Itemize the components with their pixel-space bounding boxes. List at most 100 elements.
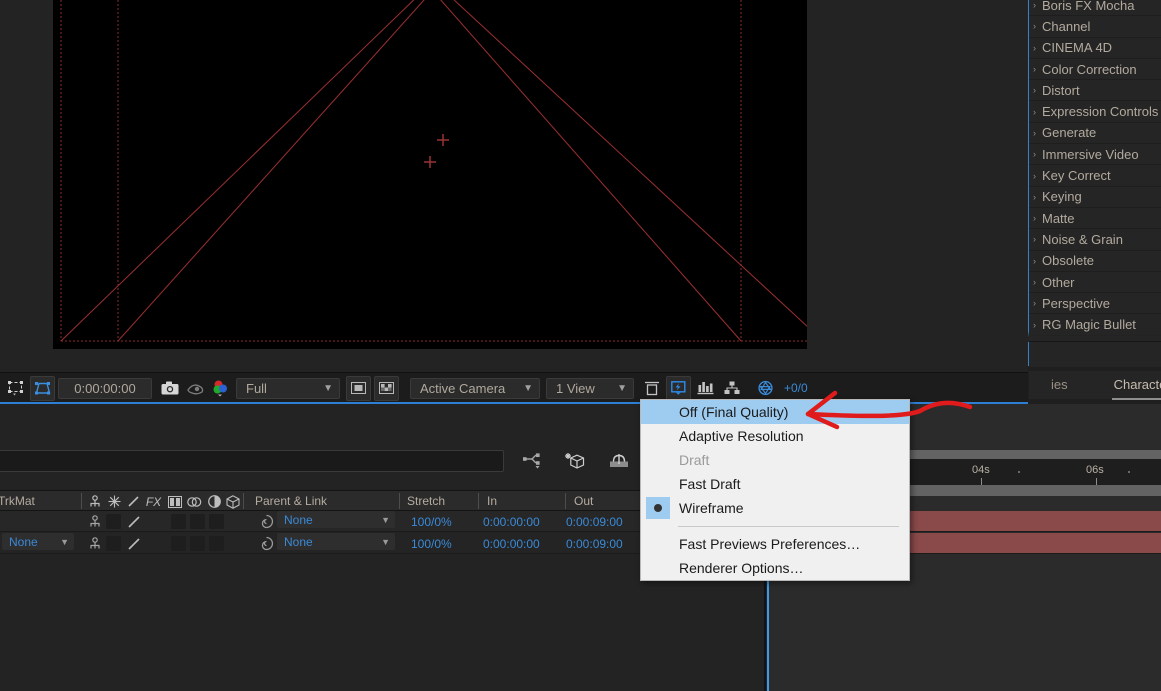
column-header-stretch[interactable]: Stretch (407, 491, 445, 511)
comp-flowchart-icon[interactable] (720, 377, 743, 400)
switch-box-quality[interactable] (106, 514, 121, 529)
tab-properties[interactable]: ies (1049, 373, 1070, 397)
show-channel-icon[interactable] (210, 377, 233, 400)
effect-category-row[interactable]: › Boris FX Mocha (1029, 0, 1161, 17)
motion-blur-icon[interactable] (607, 450, 631, 472)
effect-category-row[interactable]: › Other (1029, 272, 1161, 294)
tab-character[interactable]: Character (1111, 373, 1161, 400)
effect-category-row[interactable]: › Perspective (1029, 293, 1161, 315)
effect-category-row[interactable]: › Distort (1029, 80, 1161, 102)
timeline-icon[interactable] (694, 377, 717, 400)
chevron-right-icon[interactable]: › (1033, 64, 1036, 74)
current-time-field[interactable]: 0:00:00:00 (58, 377, 152, 399)
effect-category-row[interactable]: › Immersive Video (1029, 144, 1161, 166)
composition-canvas[interactable] (53, 0, 807, 349)
resolution-select[interactable]: Full ▼ (236, 377, 340, 399)
transparency-grid-icon[interactable] (30, 375, 55, 401)
effect-category-row[interactable]: › Keying (1029, 187, 1161, 208)
effect-category-row[interactable]: › Generate (1029, 123, 1161, 145)
graph-editor-icon[interactable] (522, 450, 546, 472)
frame-blending-icon[interactable] (166, 493, 183, 510)
chevron-right-icon[interactable]: › (1033, 234, 1036, 244)
column-header-trkmat[interactable]: TrkMat (0, 491, 54, 511)
quality-icon[interactable] (125, 535, 142, 552)
stretch-value[interactable]: 100/0% (411, 533, 452, 554)
parent-link-select[interactable]: None ▼ (277, 511, 395, 528)
column-header-in[interactable]: In (487, 491, 497, 511)
out-point-value[interactable]: 0:00:09:00 (566, 533, 623, 554)
pixel-aspect-correction-icon[interactable] (640, 377, 663, 400)
reset-exposure-icon[interactable] (754, 377, 777, 400)
effect-category-row[interactable]: › CINEMA 4D (1029, 38, 1161, 59)
chevron-right-icon[interactable]: › (1033, 128, 1036, 138)
column-header-out[interactable]: Out (574, 491, 593, 511)
shy-icon[interactable] (86, 513, 103, 530)
quality-icon[interactable] (125, 513, 142, 530)
effects-and-presets-panel[interactable]: › Boris FX Mocha › Channel › CINEMA 4D › Color … (1028, 0, 1161, 366)
draft-3d-icon[interactable] (564, 450, 588, 472)
menu-item[interactable]: Off (Final Quality) (641, 400, 909, 424)
switch-box-motion-blur[interactable] (190, 536, 205, 551)
effects-fx-icon[interactable]: FX (145, 493, 162, 510)
toggle-alpha-icon[interactable] (374, 375, 399, 401)
show-snapshot-icon[interactable] (184, 377, 207, 400)
adjustment-layer-icon[interactable] (206, 493, 223, 510)
chevron-right-icon[interactable]: › (1033, 171, 1036, 181)
chevron-right-icon[interactable]: › (1033, 192, 1036, 202)
camera-snapshot-icon[interactable] (158, 377, 181, 400)
switch-box-quality[interactable] (106, 536, 121, 551)
chevron-right-icon[interactable]: › (1033, 149, 1036, 159)
effect-category-row[interactable]: › Channel (1029, 16, 1161, 38)
menu-item[interactable]: Renderer Options… (641, 556, 909, 580)
timeline-search-field[interactable] (0, 450, 504, 472)
shy-icon[interactable] (86, 493, 103, 510)
collapse-transformations-icon[interactable] (106, 493, 123, 510)
chevron-right-icon[interactable]: › (1033, 0, 1036, 10)
region-of-interest-icon[interactable] (4, 377, 27, 400)
effect-category-row[interactable]: › RG Magic Bullet (1029, 314, 1161, 336)
stretch-value[interactable]: 100/0% (411, 511, 452, 532)
switch-box-frame-blend[interactable] (171, 536, 186, 551)
chevron-right-icon[interactable]: › (1033, 298, 1036, 308)
effect-category-row[interactable]: › Color Correction (1029, 59, 1161, 81)
effect-category-row[interactable]: › Obsolete (1029, 251, 1161, 272)
chevron-right-icon[interactable]: › (1033, 107, 1036, 117)
chevron-right-icon[interactable]: › (1033, 213, 1036, 223)
effects-category-list[interactable]: › Boris FX Mocha › Channel › CINEMA 4D › Color … (1029, 0, 1161, 358)
pickwhip-icon[interactable] (258, 535, 275, 552)
effect-category-row[interactable]: › Noise & Grain (1029, 229, 1161, 251)
chevron-right-icon[interactable]: › (1033, 277, 1036, 287)
chevron-right-icon[interactable]: › (1033, 21, 1036, 31)
quality-icon[interactable] (125, 493, 142, 510)
effect-category-row[interactable]: › Matte (1029, 208, 1161, 230)
fast-previews-icon[interactable] (666, 375, 691, 401)
chevron-right-icon[interactable]: › (1033, 85, 1036, 95)
switch-box-3d[interactable] (209, 514, 224, 529)
fast-previews-context-menu[interactable]: Off (Final Quality) Adaptive Resolution Dr… (640, 399, 910, 581)
effect-category-row[interactable]: › Expression Controls (1029, 101, 1161, 123)
column-header-parent-link[interactable]: Parent & Link (255, 491, 327, 511)
chevron-right-icon[interactable]: › (1033, 256, 1036, 266)
in-point-value[interactable]: 0:00:00:00 (483, 533, 540, 554)
chevron-right-icon[interactable]: › (1033, 320, 1036, 330)
out-point-value[interactable]: 0:00:09:00 (566, 511, 623, 532)
effect-category-row[interactable]: › Key Correct (1029, 165, 1161, 187)
switch-box-motion-blur[interactable] (190, 514, 205, 529)
in-point-value[interactable]: 0:00:00:00 (483, 511, 540, 532)
parent-link-select[interactable]: None ▼ (277, 533, 395, 550)
menu-item[interactable]: Fast Draft (641, 472, 909, 496)
switch-box-3d[interactable] (209, 536, 224, 551)
menu-item[interactable]: Wireframe (641, 496, 909, 520)
camera-view-select[interactable]: Active Camera ▼ (410, 377, 540, 399)
switch-box-frame-blend[interactable] (171, 514, 186, 529)
motion-blur-icon[interactable] (186, 493, 203, 510)
menu-item[interactable]: Fast Previews Preferences… (641, 532, 909, 556)
trkmat-select[interactable]: None ▼ (2, 533, 74, 550)
shy-icon[interactable] (86, 535, 103, 552)
exposure-value[interactable]: +0/0 (784, 381, 808, 395)
toggle-mask-icon[interactable] (346, 375, 371, 401)
view-layout-select[interactable]: 1 View ▼ (546, 377, 634, 399)
menu-item[interactable]: Adaptive Resolution (641, 424, 909, 448)
chevron-right-icon[interactable]: › (1033, 43, 1036, 53)
three-d-layer-icon[interactable] (224, 493, 241, 510)
